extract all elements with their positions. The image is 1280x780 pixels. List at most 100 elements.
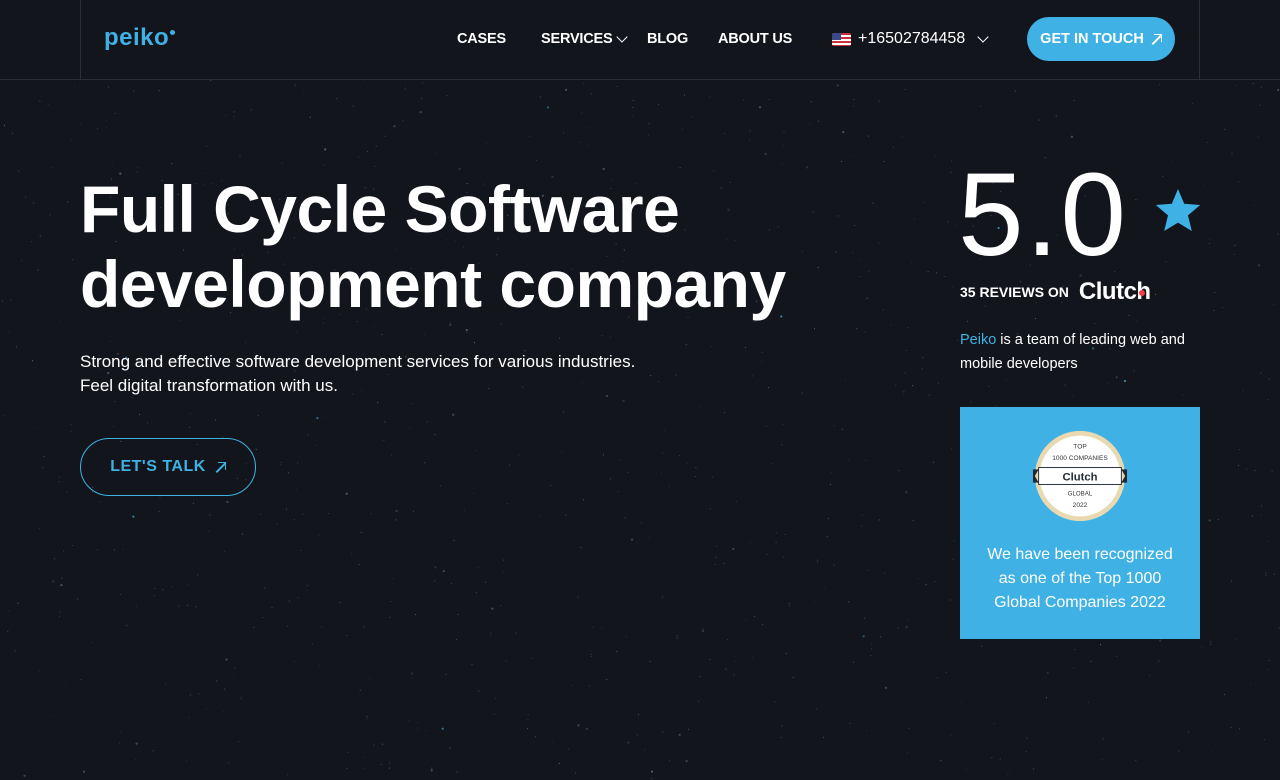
star-dot <box>627 472 629 474</box>
star-dot <box>783 556 785 558</box>
star-dot <box>953 540 955 542</box>
star-dot <box>1072 394 1074 397</box>
star-dot <box>1005 379 1007 381</box>
star-dot <box>389 763 391 765</box>
star-dot <box>860 260 862 262</box>
star-dot <box>761 360 763 362</box>
star-dot <box>778 777 780 779</box>
star-dot <box>601 335 603 337</box>
get-in-touch-button[interactable]: GET IN TOUCH <box>1027 17 1175 61</box>
star-dot <box>250 109 252 111</box>
star-dot <box>159 634 161 636</box>
star-dot <box>616 650 618 653</box>
star-dot <box>178 605 180 607</box>
star-dot <box>321 626 323 628</box>
phone-number[interactable]: +16502784458 <box>858 30 965 48</box>
star-dot <box>70 140 72 142</box>
star-dot <box>465 328 468 332</box>
star-dot <box>901 136 903 138</box>
star-dot <box>950 599 952 601</box>
lets-talk-button[interactable]: LET'S TALK <box>80 438 256 496</box>
nav-cases[interactable]: CASES <box>457 31 506 47</box>
star-dot <box>135 605 138 607</box>
star-dot <box>374 165 376 168</box>
star-dot <box>531 657 533 659</box>
phone-chevron-down-icon[interactable] <box>977 31 989 43</box>
star-dot <box>52 715 55 718</box>
star-dot <box>1246 468 1248 470</box>
star-dot <box>1224 128 1226 130</box>
star-dot <box>33 202 35 204</box>
star-dot <box>817 120 820 122</box>
star-dot <box>62 550 65 552</box>
star-dot <box>80 679 82 681</box>
star-dot <box>17 602 19 604</box>
star-dot <box>216 680 218 682</box>
nav-about-us[interactable]: ABOUT US <box>718 31 792 47</box>
star-dot <box>649 660 651 663</box>
star-dot <box>1034 317 1037 320</box>
star-dot <box>622 399 625 403</box>
star-dot <box>904 372 906 374</box>
star-dot <box>867 570 869 572</box>
star-dot <box>1273 573 1275 575</box>
star-dot <box>950 448 952 450</box>
star-dot <box>377 402 379 404</box>
star-dot <box>853 661 855 663</box>
star-dot <box>602 167 605 171</box>
star-dot <box>1171 161 1173 163</box>
about-brand[interactable]: Peiko <box>960 332 996 348</box>
star-dot <box>563 411 565 413</box>
star-dot <box>1046 671 1049 674</box>
star-dot <box>745 619 747 621</box>
star-dot <box>1055 115 1057 117</box>
star-dot <box>742 99 745 101</box>
star-dot <box>776 532 778 534</box>
star-dot <box>280 461 282 464</box>
star-dot <box>1210 641 1212 643</box>
star-dot <box>785 653 787 655</box>
services-chevron-down-icon[interactable] <box>616 31 628 43</box>
star-dot <box>1251 515 1253 517</box>
star-dot <box>96 549 99 551</box>
reviews-link[interactable]: 35 REVIEWS ON Clutch <box>960 278 1151 306</box>
star-dot <box>59 321 61 323</box>
star-dot <box>1254 469 1256 472</box>
star-dot <box>714 563 716 565</box>
star-dot <box>368 677 371 679</box>
star-dot <box>8 610 10 612</box>
star-dot <box>711 345 713 348</box>
star-dot <box>1253 204 1255 206</box>
star-dot <box>1265 574 1267 576</box>
star-dot <box>370 513 372 515</box>
star-dot <box>774 701 776 703</box>
star-dot <box>39 100 41 102</box>
star-dot <box>1234 244 1236 246</box>
star-dot <box>725 668 727 670</box>
star-dot <box>905 491 908 494</box>
star-dot <box>205 708 208 710</box>
peiko-logo[interactable]: peiko <box>104 22 176 54</box>
star-dot <box>186 604 188 606</box>
nav-services[interactable]: SERVICES <box>541 31 613 47</box>
star-dot <box>744 346 747 348</box>
logo-text: peiko <box>104 24 170 51</box>
nav-blog[interactable]: BLOG <box>647 31 688 47</box>
star-dot <box>955 225 957 227</box>
star-dot <box>434 566 437 569</box>
star-dot <box>801 392 803 394</box>
star-dot <box>648 123 650 125</box>
star-dot <box>260 513 262 515</box>
star-dot <box>911 261 913 263</box>
badge-companies-text: 1000 COMPANIES <box>1052 455 1108 462</box>
star-dot <box>352 105 354 107</box>
star-dot <box>816 559 818 561</box>
star-dot <box>913 218 915 220</box>
star-dot <box>240 698 242 700</box>
star-dot <box>687 463 689 465</box>
star-dot <box>830 472 832 474</box>
star-dot <box>883 572 885 574</box>
star-dot <box>74 85 76 87</box>
star-dot <box>957 339 959 341</box>
star-dot <box>359 689 361 691</box>
